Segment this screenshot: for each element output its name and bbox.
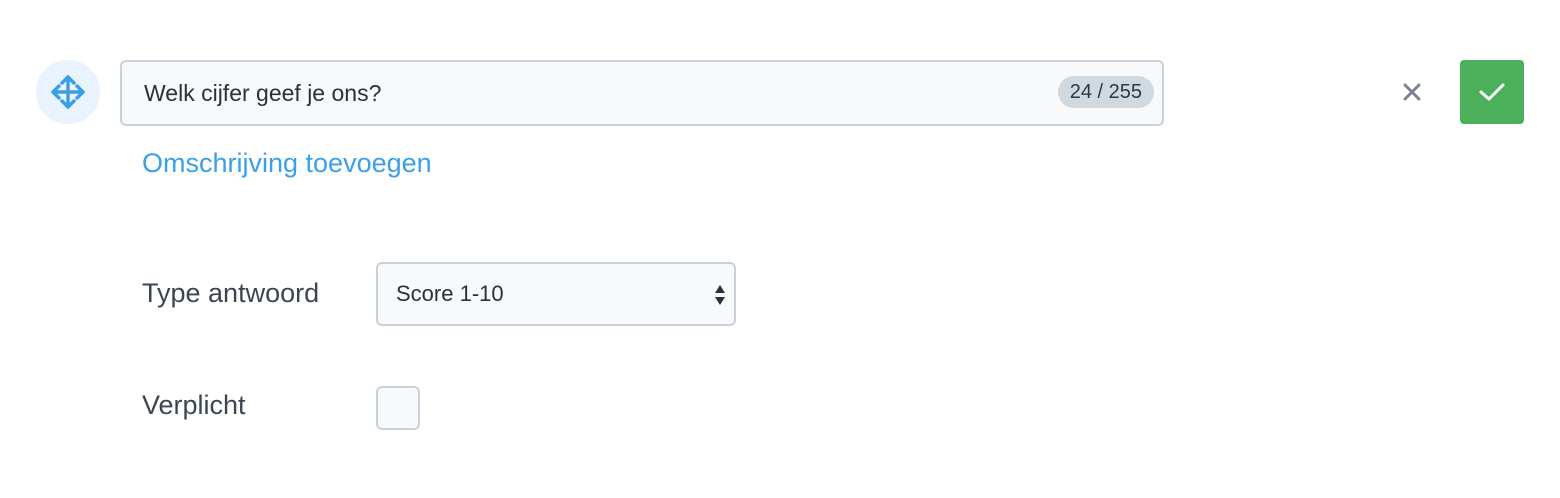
checkmark-icon [1479, 83, 1505, 101]
question-field: 24 / 255 [120, 60, 1164, 126]
required-checkbox[interactable] [376, 386, 420, 430]
question-editor: 24 / 255 Omschrijving toevoegen Type ant… [0, 0, 1560, 498]
cancel-button[interactable] [1390, 70, 1434, 114]
move-arrows-icon [51, 75, 85, 109]
answer-type-selected-value: Score 1-10 [396, 281, 504, 306]
character-counter: 24 / 255 [1057, 76, 1154, 108]
close-icon [1403, 83, 1421, 101]
add-description-link[interactable]: Omschrijving toevoegen [142, 148, 432, 179]
required-label: Verplicht [142, 390, 246, 420]
question-input[interactable] [122, 62, 1162, 124]
drag-handle[interactable] [36, 60, 100, 124]
answer-type-label: Type antwoord [142, 278, 320, 308]
answer-type-select[interactable]: Score 1-10 [376, 262, 736, 326]
confirm-button[interactable] [1460, 60, 1524, 124]
sort-arrows-icon [715, 285, 725, 305]
